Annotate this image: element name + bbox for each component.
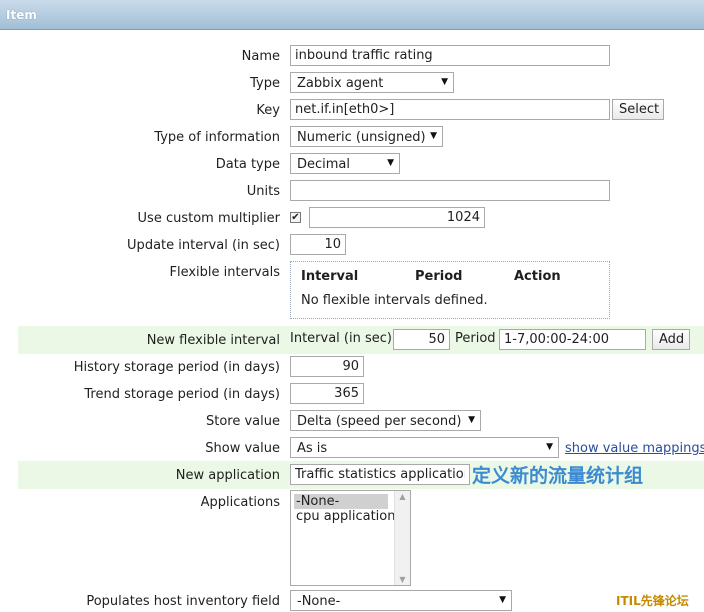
scroll-up-icon[interactable]: ▲ <box>395 492 410 501</box>
add-interval-button[interactable]: Add <box>652 329 690 350</box>
chevron-down-icon: ▼ <box>430 131 437 141</box>
chevron-down-icon: ▼ <box>468 415 475 425</box>
key-label: Key <box>256 103 280 118</box>
checkmark-icon: ✔ <box>291 212 300 223</box>
period-label: Period <box>455 331 496 346</box>
forum-watermark: ITIL先锋论坛 <box>616 594 689 608</box>
custom-multiplier-label: Use custom multiplier <box>137 211 280 226</box>
new-period-input[interactable] <box>499 329 646 350</box>
update-interval-label: Update interval (in sec) <box>127 238 280 253</box>
custom-multiplier-checkbox[interactable]: ✔ <box>290 212 301 223</box>
new-flexible-interval-label: New flexible interval <box>146 333 280 348</box>
show-value-mappings-link[interactable]: show value mappings <box>565 441 704 456</box>
flexible-intervals-header-interval: Interval <box>301 269 359 284</box>
scroll-down-icon[interactable]: ▼ <box>395 575 410 584</box>
key-input[interactable] <box>290 99 610 120</box>
flexible-intervals-header-action: Action <box>514 269 561 284</box>
inventory-field-select[interactable]: -None- ▼ <box>290 590 512 611</box>
applications-listbox[interactable]: -None- cpu application ▲ ▼ <box>290 490 411 586</box>
type-select-value: Zabbix agent <box>297 76 384 91</box>
history-label: History storage period (in days) <box>73 360 280 375</box>
store-value-value: Delta (speed per second) <box>297 414 462 429</box>
new-application-label: New application <box>175 468 280 483</box>
chevron-down-icon: ▼ <box>387 158 394 168</box>
trends-input[interactable] <box>290 383 364 404</box>
trends-label: Trend storage period (in days) <box>84 387 280 402</box>
new-application-annotation: 定义新的流量统计组 <box>472 465 644 487</box>
flexible-intervals-table: Interval Period Action No flexible inter… <box>290 261 610 319</box>
new-application-input[interactable] <box>290 464 470 485</box>
store-value-label: Store value <box>205 414 280 429</box>
interval-sec-label: Interval (in sec) <box>290 331 392 346</box>
key-select-button[interactable]: Select <box>612 99 664 120</box>
new-interval-input[interactable] <box>393 329 450 350</box>
show-value-select[interactable]: As is ▼ <box>290 437 559 458</box>
chevron-down-icon: ▼ <box>499 595 506 605</box>
applications-label: Applications <box>200 495 280 510</box>
type-of-information-label: Type of information <box>154 130 280 145</box>
inventory-field-label: Populates host inventory field <box>86 594 280 609</box>
flexible-intervals-header-period: Period <box>415 269 463 284</box>
flexible-intervals-label: Flexible intervals <box>169 265 281 280</box>
form-header: Item <box>0 0 704 30</box>
data-type-label: Data type <box>215 157 280 172</box>
type-label: Type <box>250 76 280 91</box>
type-of-information-select[interactable]: Numeric (unsigned) ▼ <box>290 126 443 147</box>
units-input[interactable] <box>290 180 610 201</box>
data-type-select[interactable]: Decimal ▼ <box>290 153 400 174</box>
name-label: Name <box>241 49 280 64</box>
type-of-information-value: Numeric (unsigned) <box>297 130 426 145</box>
update-interval-input[interactable] <box>290 234 346 255</box>
store-value-select[interactable]: Delta (speed per second) ▼ <box>290 410 481 431</box>
applications-scrollbar[interactable]: ▲ ▼ <box>394 491 410 585</box>
chevron-down-icon: ▼ <box>546 442 553 452</box>
inventory-field-value: -None- <box>297 594 341 609</box>
units-label: Units <box>246 184 280 199</box>
name-input[interactable] <box>290 45 610 66</box>
chevron-down-icon: ▼ <box>441 77 448 87</box>
history-input[interactable] <box>290 356 364 377</box>
show-value-value: As is <box>297 441 328 456</box>
data-type-value: Decimal <box>297 157 351 172</box>
applications-option-none[interactable]: -None- <box>294 494 388 509</box>
applications-option-cpu[interactable]: cpu application <box>294 509 395 524</box>
custom-multiplier-input[interactable] <box>309 207 485 228</box>
flexible-intervals-empty: No flexible intervals defined. <box>301 293 488 308</box>
show-value-label: Show value <box>205 441 280 456</box>
form-title: Item <box>6 8 37 22</box>
type-select[interactable]: Zabbix agent ▼ <box>290 72 454 93</box>
